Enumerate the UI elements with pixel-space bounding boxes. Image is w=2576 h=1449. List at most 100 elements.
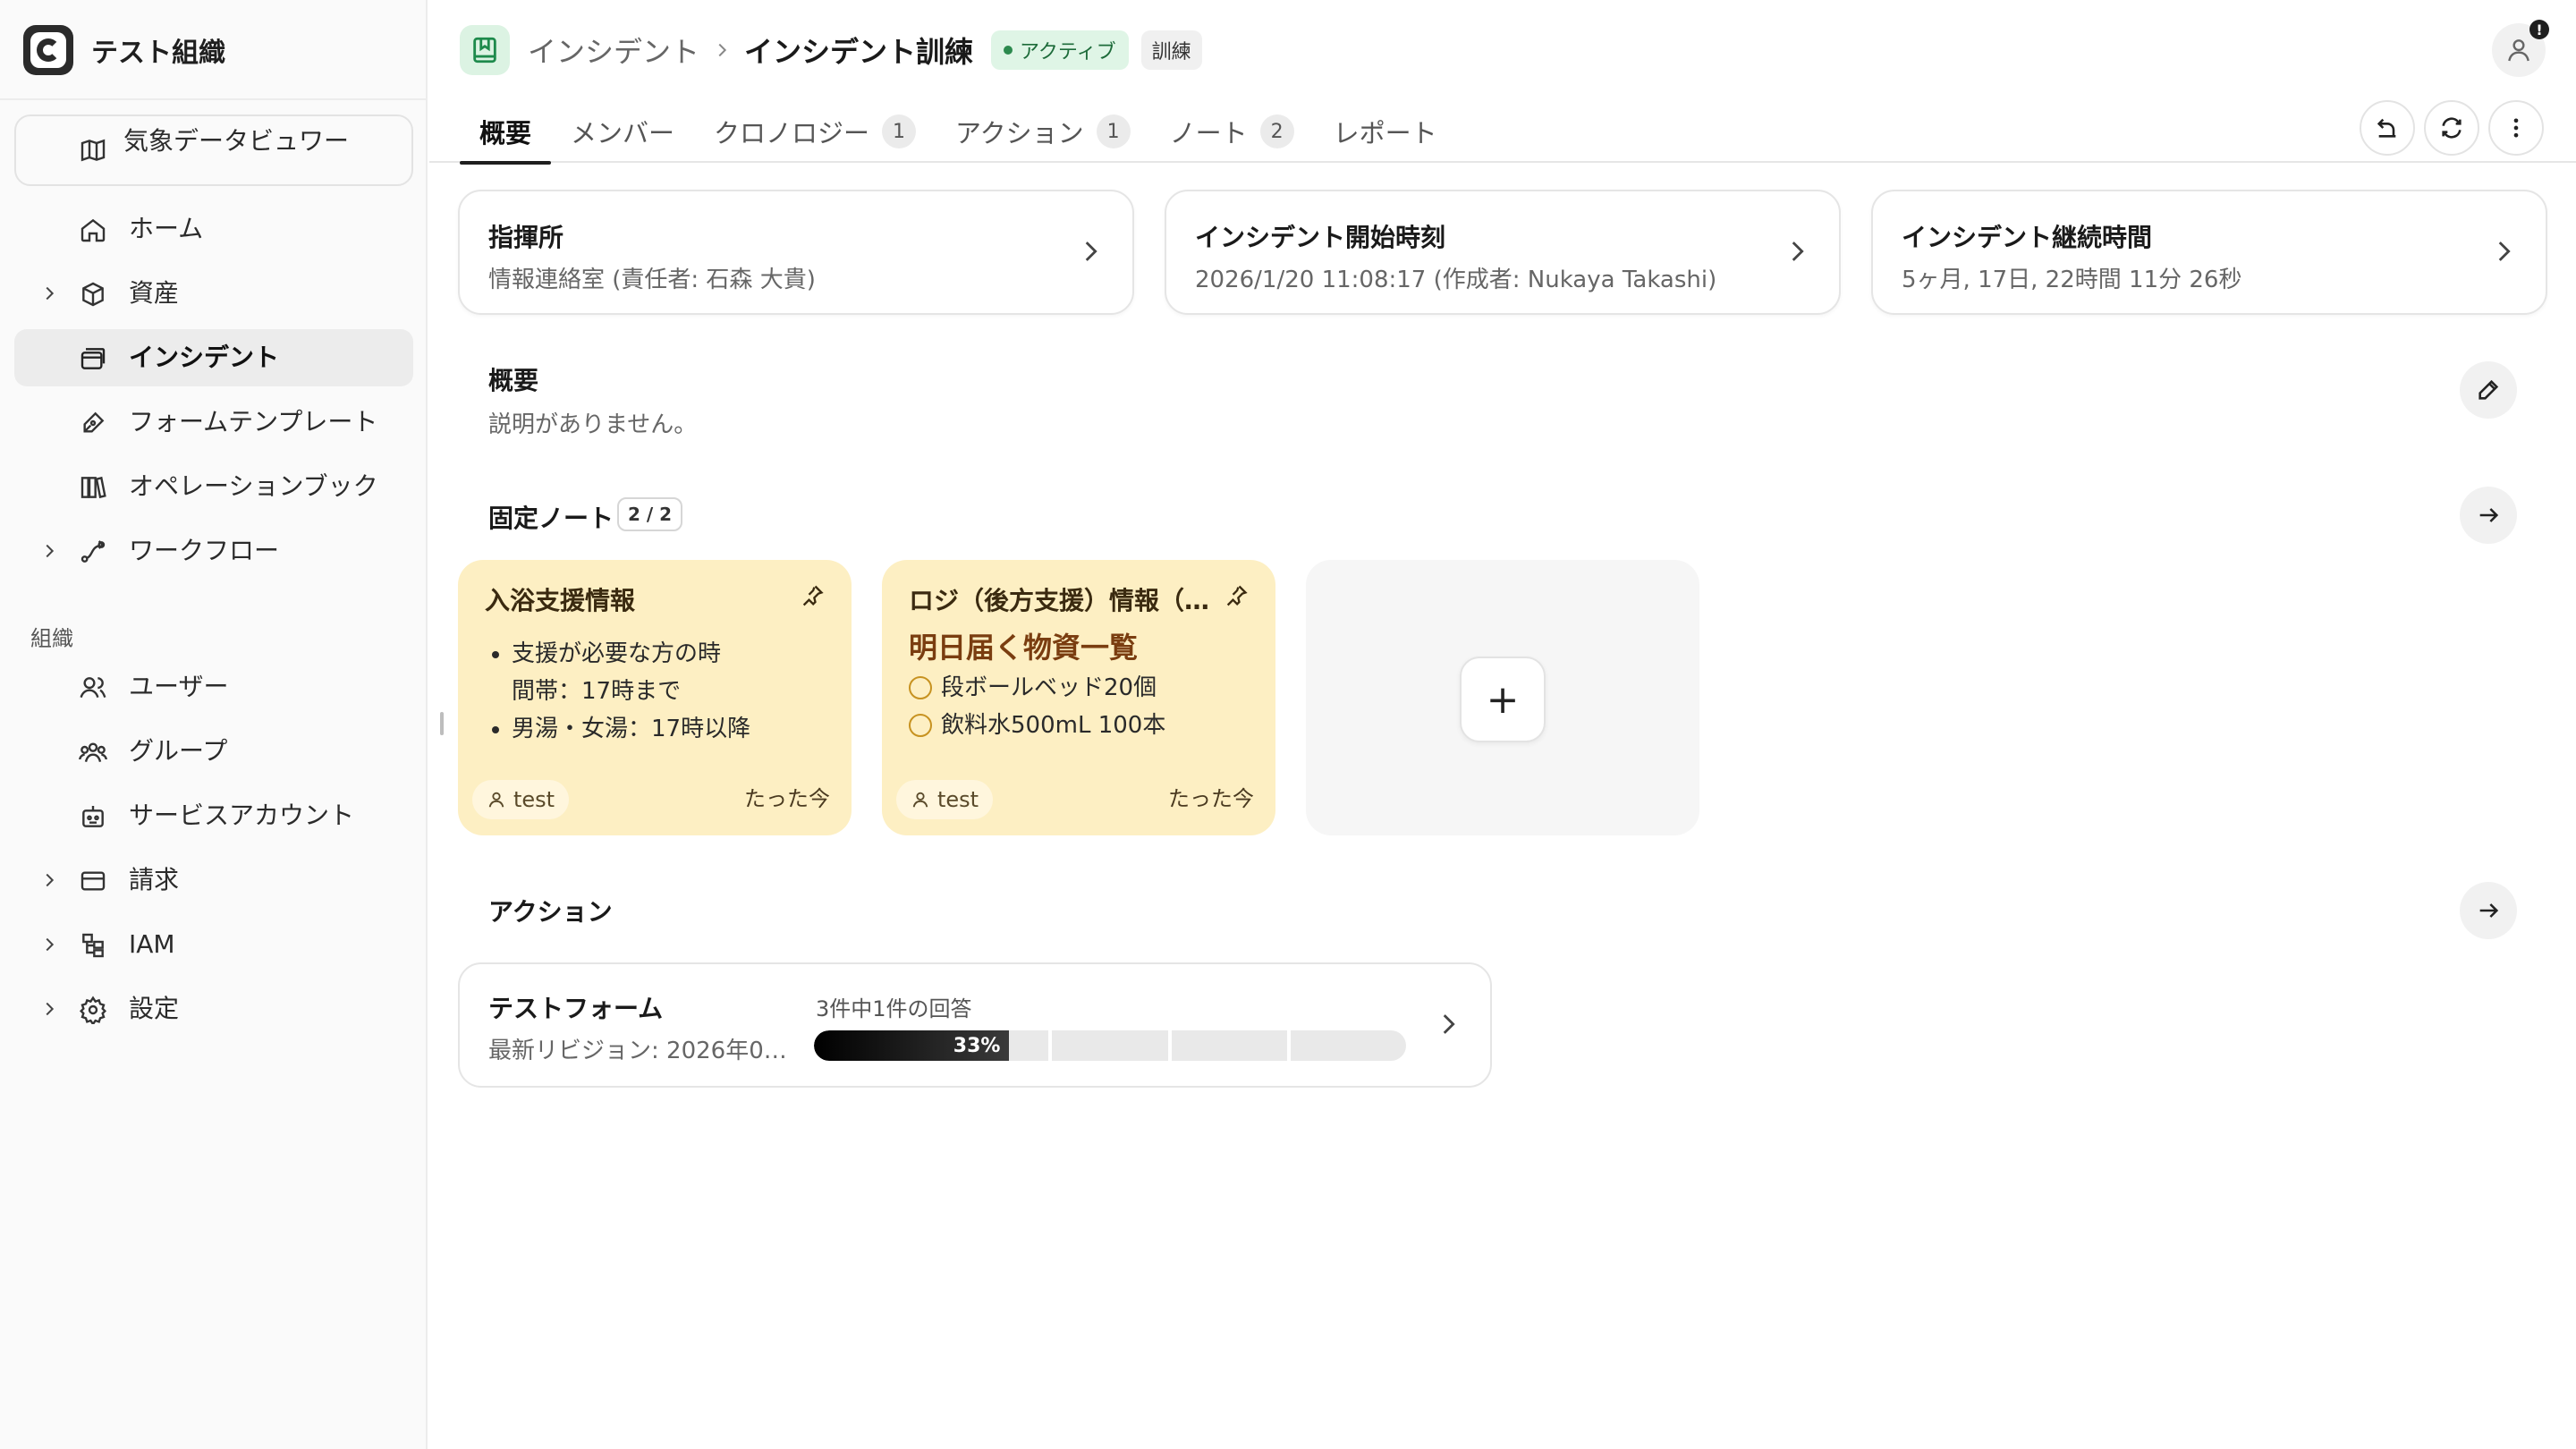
sidebar-item-iam[interactable]: IAM bbox=[14, 916, 413, 973]
overview-description: 説明がありません。 bbox=[488, 411, 698, 438]
sidebar-resize-handle[interactable] bbox=[440, 712, 444, 735]
chevron-right-icon[interactable] bbox=[39, 916, 59, 973]
tab-label: 概要 bbox=[479, 118, 532, 148]
checklist-item: 段ボールベッド20個 bbox=[909, 669, 1254, 707]
breadcrumb-parent-link[interactable]: インシデント bbox=[528, 30, 699, 71]
chevron-right-icon[interactable] bbox=[39, 852, 59, 909]
sidebar-item-label: グループ bbox=[129, 736, 228, 766]
note-author-chip: test bbox=[472, 780, 570, 819]
tab-label: レポート bbox=[1333, 118, 1437, 148]
sidebar-item-workflow[interactable]: ワークフロー bbox=[14, 522, 413, 580]
tab-count-badge: 1 bbox=[882, 114, 917, 148]
pin-icon[interactable] bbox=[800, 583, 825, 608]
edit-overview-button[interactable] bbox=[2460, 361, 2517, 419]
tab-label: アクション bbox=[955, 118, 1084, 148]
export-button[interactable] bbox=[2360, 100, 2415, 156]
tab-chronology[interactable]: クロノロジー 1 bbox=[694, 100, 936, 163]
sidebar-item-form-templates[interactable]: フォームテンプレート bbox=[14, 394, 413, 451]
org-switcher[interactable]: テスト組織 bbox=[23, 25, 225, 75]
checkbox[interactable] bbox=[909, 714, 932, 737]
tab-actions[interactable]: アクション 1 bbox=[936, 100, 1150, 163]
checkbox[interactable] bbox=[909, 676, 932, 699]
status-badge: アクティブ bbox=[991, 30, 1129, 70]
sidebar-item-label: インシデント bbox=[129, 343, 280, 372]
note-title: ロジ（後方支援）情報（午... bbox=[909, 586, 1213, 615]
arrow-up-left-icon bbox=[2377, 118, 2396, 138]
card-title: インシデント継続時間 bbox=[1902, 223, 2153, 252]
sidebar-item-billing[interactable]: 請求 bbox=[14, 852, 413, 909]
card-title: 指揮所 bbox=[488, 223, 564, 252]
note-bullet: 支援が必要な方の時間帯：17時まで bbox=[512, 635, 735, 710]
pinned-notes-title: 固定ノート bbox=[488, 504, 614, 533]
note-body: 明日届く物資一覧 段ボールベッド20個 飲料水500mL 100本 bbox=[909, 626, 1254, 744]
note-author-chip: test bbox=[896, 780, 994, 819]
home-icon bbox=[80, 218, 106, 242]
tab-label: メンバー bbox=[571, 118, 675, 148]
action-card[interactable]: テストフォーム 最新リビジョン: 2026年01... 3件中1件の回答 33% bbox=[458, 962, 1492, 1088]
tab-notes[interactable]: ノート 2 bbox=[1150, 100, 1314, 163]
tab-label: ノート bbox=[1169, 118, 1248, 148]
group-icon bbox=[79, 742, 107, 762]
chevron-right-icon bbox=[718, 43, 727, 57]
sidebar-section-label: 組織 bbox=[30, 626, 73, 651]
sidebar-item-incidents[interactable]: インシデント bbox=[14, 329, 413, 386]
sidebar-item-label: ホーム bbox=[129, 214, 204, 243]
chevron-right-icon[interactable] bbox=[39, 980, 59, 1038]
note-author: test bbox=[937, 787, 979, 812]
sidebar-item-service-accounts[interactable]: サービスアカウント bbox=[14, 787, 413, 844]
chevron-right-icon[interactable] bbox=[39, 265, 59, 322]
chevron-right-icon bbox=[1085, 242, 1097, 261]
response-progress-bar: 33% bbox=[814, 1030, 1406, 1061]
header-actions bbox=[2360, 100, 2544, 156]
page-header: インシデント インシデント訓練 アクティブ 訓練 ! 概要 メンバー クロノロジ… bbox=[429, 0, 2576, 165]
view-all-actions-button[interactable] bbox=[2460, 882, 2517, 939]
app: テスト組織 気象データビュワー ホーム 資産 インシデント フォームテンプレート… bbox=[0, 0, 2576, 1449]
progress-segment bbox=[1171, 1030, 1287, 1061]
user-icon bbox=[488, 792, 504, 808]
sidebar-item-home[interactable]: ホーム bbox=[14, 200, 413, 258]
sidebar-item-label: サービスアカウント bbox=[129, 801, 355, 830]
view-all-notes-button[interactable] bbox=[2460, 487, 2517, 544]
sidebar-item-settings[interactable]: 設定 bbox=[14, 980, 413, 1038]
tab-report[interactable]: レポート bbox=[1314, 100, 1457, 163]
start-time-card[interactable]: インシデント開始時刻 2026/1/20 11:08:17 (作成者: Nuka… bbox=[1165, 190, 1841, 315]
overview-title: 概要 bbox=[488, 366, 539, 395]
duration-card[interactable]: インシデント継続時間 5ヶ月, 17日, 22時間 11分 26秒 bbox=[1871, 190, 2547, 315]
add-note-button[interactable]: + bbox=[1460, 657, 1546, 742]
alert-badge: ! bbox=[2529, 20, 2549, 39]
sidebar-item-groups[interactable]: グループ bbox=[14, 723, 413, 780]
tab-overview[interactable]: 概要 bbox=[460, 100, 552, 165]
pin-icon[interactable] bbox=[1224, 583, 1249, 608]
progress-segment bbox=[1290, 1030, 1406, 1061]
sidebar-item-assets[interactable]: 資産 bbox=[14, 265, 413, 322]
note-heading: 明日届く物資一覧 bbox=[909, 631, 1139, 665]
sidebar-item-label: ユーザー bbox=[129, 672, 229, 701]
add-pinned-note-slot: + bbox=[1306, 560, 1699, 835]
user-icon bbox=[912, 792, 928, 808]
tab-label: クロノロジー bbox=[714, 118, 870, 148]
breadcrumb: インシデント インシデント訓練 アクティブ 訓練 bbox=[528, 25, 1202, 75]
refresh-button[interactable] bbox=[2424, 100, 2479, 156]
iam-icon bbox=[82, 933, 104, 958]
action-revision: 最新リビジョン: 2026年01... bbox=[488, 1038, 792, 1064]
sidebar-item-label: 資産 bbox=[129, 278, 180, 308]
response-count: 3件中1件の回答 bbox=[816, 996, 972, 1021]
more-menu-button[interactable] bbox=[2488, 100, 2544, 156]
arrow-right-icon bbox=[2479, 903, 2499, 918]
pinned-note-card[interactable]: 入浴支援情報 支援が必要な方の時間帯：17時まで 男湯・女湯：17時以降 tes… bbox=[458, 560, 852, 835]
sidebar-item-users[interactable]: ユーザー bbox=[14, 658, 413, 716]
more-vertical-icon bbox=[2513, 118, 2519, 138]
type-badge: 訓練 bbox=[1140, 30, 1202, 70]
weather-viewer-button[interactable]: 気象データビュワー bbox=[14, 114, 413, 186]
chevron-right-icon[interactable] bbox=[39, 522, 59, 580]
window-stack-icon bbox=[80, 348, 106, 369]
note-bullet: 男湯・女湯：17時以降 bbox=[512, 710, 830, 748]
status-dot bbox=[1004, 46, 1013, 55]
pinned-note-card[interactable]: ロジ（後方支援）情報（午... 明日届く物資一覧 段ボールベッド20個 飲料水5… bbox=[882, 560, 1275, 835]
tab-members[interactable]: メンバー bbox=[551, 100, 694, 163]
incident-icon bbox=[460, 25, 510, 75]
sidebar-item-operation-books[interactable]: オペレーションブック bbox=[14, 458, 413, 515]
command-post-card[interactable]: 指揮所 情報連絡室 (責任者: 石森 大貴) bbox=[458, 190, 1134, 315]
note-body: 支援が必要な方の時間帯：17時まで 男湯・女湯：17時以降 bbox=[485, 635, 830, 748]
user-menu-button[interactable]: ! bbox=[2492, 20, 2549, 77]
